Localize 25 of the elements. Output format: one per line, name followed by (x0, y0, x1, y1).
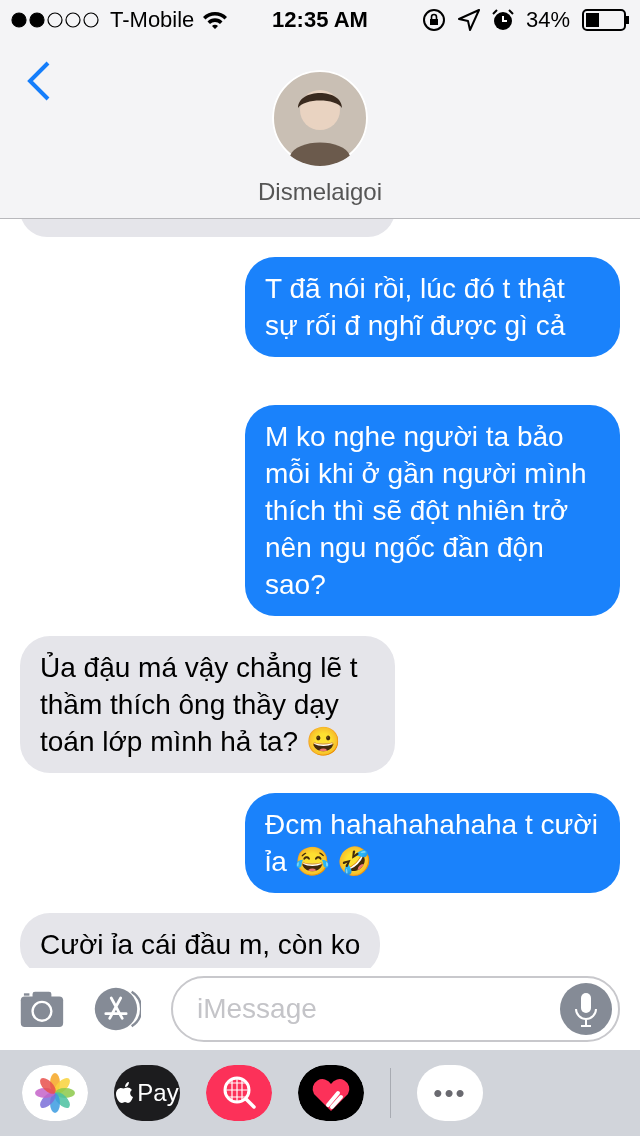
message-bubble: Đcm hahahahahaha t cười ỉa 😂 🤣 (245, 793, 620, 893)
message-bubble: M ko nghe người ta bảo mỗi khi ở gần người mình thích thì sẽ đột nhiên trở nên ngu ngốc đần độn sao? (245, 405, 620, 616)
location-icon (457, 9, 480, 31)
clock-time: 12:35 AM (272, 7, 368, 33)
battery-icon (582, 9, 630, 31)
contact-name[interactable]: Dismelaigoi (257, 178, 382, 206)
microphone-icon[interactable] (560, 983, 612, 1035)
back-icon[interactable] (26, 60, 52, 102)
photos-icon[interactable] (22, 1065, 88, 1121)
avatar-icon[interactable] (272, 70, 368, 166)
alarm-icon (491, 9, 514, 31)
battery-percent: 34% (525, 7, 570, 33)
message-bubble: Cười ỉa cái đầu m, còn ko (20, 913, 381, 968)
carrier-name: T-Mobile (110, 7, 195, 33)
message-field[interactable]: iMessage (171, 976, 620, 1042)
apple-icon (115, 1081, 136, 1105)
image-search-icon[interactable] (206, 1065, 272, 1121)
more-button[interactable]: ••• (417, 1065, 483, 1121)
apple-pay-button[interactable]: Pay (114, 1065, 180, 1121)
rotation-lock-icon (421, 8, 446, 32)
message-input[interactable]: iMessage (195, 992, 560, 1026)
signal-icon (10, 12, 102, 28)
message-bubble: Ủa đậu má vậy chẳng lẽ t thầm thích ông thầy dạy toán lớp mình hả ta? 😀 (20, 636, 395, 773)
wifi-icon (202, 10, 229, 30)
message-bubble: T đã nói rồi, lúc đó t thật sự rối đ nghĩ được gì cả (245, 257, 620, 357)
